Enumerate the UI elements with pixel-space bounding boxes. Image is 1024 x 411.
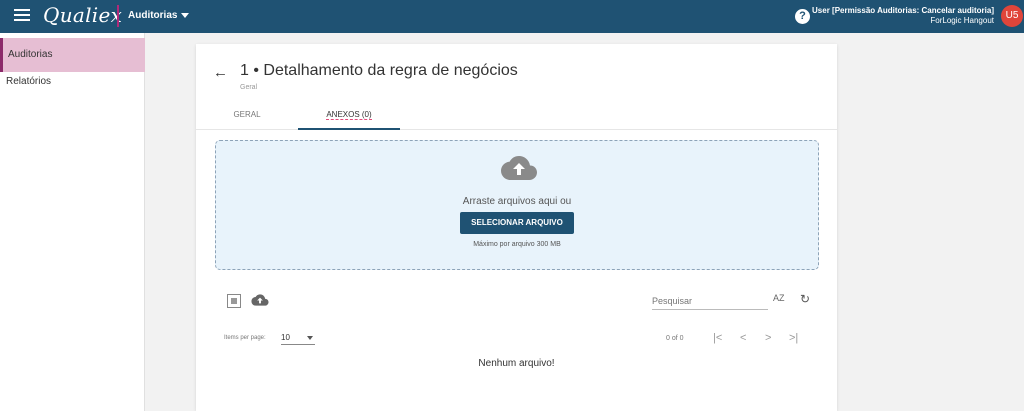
avatar[interactable]: U5 bbox=[1001, 5, 1023, 27]
page-range: 0 of 0 bbox=[666, 335, 684, 342]
prev-page-icon[interactable]: < bbox=[740, 332, 746, 344]
refresh-icon[interactable]: ↻ bbox=[800, 292, 810, 306]
items-per-page-value: 10 bbox=[281, 333, 290, 342]
chevron-down-icon bbox=[181, 12, 190, 18]
module-label: Auditorias bbox=[128, 10, 178, 21]
tab-anexos-label: ANEXOS (0) bbox=[326, 110, 372, 120]
sort-az-icon[interactable]: AZ bbox=[773, 293, 785, 303]
items-per-page-label: Items per page: bbox=[224, 335, 266, 341]
menu-icon[interactable] bbox=[14, 9, 30, 23]
tab-geral[interactable]: GERAL bbox=[196, 102, 298, 130]
chevron-down-icon bbox=[307, 336, 313, 340]
user-org: ForLogic Hangout bbox=[930, 16, 994, 25]
tab-anexos[interactable]: ANEXOS (0) bbox=[298, 102, 400, 130]
max-size-text: Máximo por arquivo 300 MB bbox=[473, 241, 561, 248]
next-page-icon[interactable]: > bbox=[765, 332, 771, 344]
page-subtitle: Geral bbox=[240, 84, 258, 91]
page-title: 1 • Detalhamento da regra de negócios bbox=[240, 62, 518, 79]
app-logo[interactable]: Qualiex bbox=[43, 3, 122, 27]
file-dropzone[interactable]: Arraste arquivos aqui ou SELECIONAR ARQU… bbox=[215, 140, 819, 270]
back-arrow-icon[interactable]: ← bbox=[213, 64, 228, 81]
main-card: ← 1 • Detalhamento da regra de negócios … bbox=[196, 44, 837, 411]
items-per-page-select[interactable]: 10 bbox=[281, 331, 315, 345]
sidebar-item-relatorios[interactable]: Relatórios bbox=[0, 65, 145, 99]
logo-divider bbox=[117, 5, 119, 27]
empty-message: Nenhum arquivo! bbox=[478, 358, 555, 369]
select-all-icon[interactable] bbox=[227, 294, 241, 308]
user-info[interactable]: User [Permissão Auditorias: Cancelar aud… bbox=[812, 6, 994, 26]
select-file-button[interactable]: SELECIONAR ARQUIVO bbox=[460, 212, 574, 234]
top-bar: Qualiex Auditorias ? User [Permissão Aud… bbox=[0, 0, 1024, 33]
user-name: User [Permissão Auditorias: Cancelar aud… bbox=[812, 6, 994, 15]
search-input[interactable] bbox=[652, 292, 768, 310]
first-page-icon[interactable]: |< bbox=[713, 332, 722, 344]
upload-icon[interactable] bbox=[251, 293, 269, 307]
dropzone-text: Arraste arquivos aqui ou bbox=[462, 196, 572, 207]
tab-bar: GERAL ANEXOS (0) bbox=[196, 102, 837, 130]
help-icon[interactable]: ? bbox=[795, 9, 810, 24]
last-page-icon[interactable]: >| bbox=[789, 332, 798, 344]
module-selector[interactable]: Auditorias bbox=[128, 10, 190, 21]
cloud-upload-icon bbox=[501, 156, 537, 180]
sidebar: Auditorias Relatórios bbox=[0, 33, 145, 411]
